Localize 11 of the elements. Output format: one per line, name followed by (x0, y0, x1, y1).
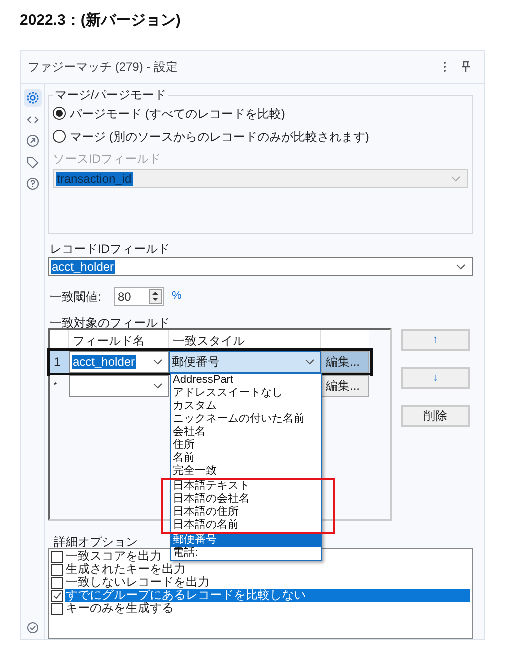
field-label: 一致対象のフィールド (49, 315, 171, 328)
field-label: 詳細オプション (54, 534, 138, 547)
field-label: レコードIDフィールド (49, 241, 171, 255)
group-label: マージ/パージモード (54, 87, 168, 104)
field-label: ソースIDフィールド (53, 151, 162, 168)
panel-title: ファジーマッチ (279) - 設定 (28, 59, 180, 76)
threshold-label: 一致閾値: (50, 288, 102, 306)
row-number: 1 (53, 354, 62, 371)
page-heading: 2022.3：(新バージョン) (20, 11, 182, 31)
percent-unit: % (172, 289, 182, 304)
row-number: * (53, 380, 58, 392)
